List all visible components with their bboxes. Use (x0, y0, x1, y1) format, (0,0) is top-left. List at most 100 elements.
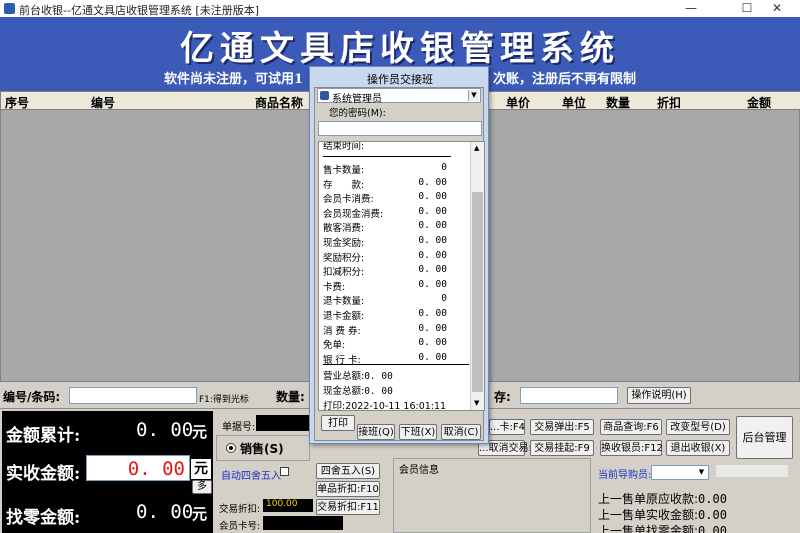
stat-value: 0. 00 (418, 235, 447, 246)
help-button[interactable]: 操作说明(H) (627, 387, 691, 404)
sum-unit: 元 (192, 423, 208, 441)
stat-value: 0. 00 (418, 220, 447, 232)
app-banner: 亿通文具店收银管理系统 (0, 17, 800, 69)
stat-value: 0. 00 (418, 264, 447, 276)
col-code: 编号 (91, 96, 116, 110)
col-product-name: 商品名称 (255, 96, 304, 110)
last-paid-value: 0.00 (698, 508, 727, 522)
report-scrollbar[interactable]: ▲ ▼ (470, 142, 484, 410)
close-icon[interactable]: ✕ (754, 0, 800, 17)
change-model-button[interactable]: 改变型号(D) (666, 419, 730, 435)
member-info-label: 会员信息 (399, 465, 439, 476)
operator-name: 系统管理员 (332, 94, 382, 105)
sum-label: 金额累计: (6, 426, 81, 446)
print-time: 打印:2022-10-11 16:01:11 (323, 401, 447, 411)
guide-info-field (716, 465, 788, 477)
code-label: 编号/条码: (3, 390, 61, 404)
col-price: 单价 (506, 96, 531, 110)
last-due-label: 上一售单原应收款: (598, 492, 699, 506)
report-rule (323, 364, 469, 365)
col-discount: 折扣 (657, 96, 682, 110)
stat-value: 0 (441, 293, 447, 305)
stat-value: 0. 00 (418, 278, 447, 290)
window-title: 前台收银--亿通文具店收银管理系统 [未注册版本] (19, 4, 260, 17)
change-unit: 元 (192, 505, 208, 523)
revenue-value: 0. 00 (364, 371, 393, 382)
guide-label: 当前导购员: (598, 470, 652, 481)
notice-text-right: 次账，注册后不再有限制 (493, 72, 637, 87)
cancel-button[interactable]: 取消(C) (441, 424, 481, 440)
f1-hint: F1:得到光标 (199, 395, 249, 405)
user-icon (320, 91, 329, 100)
sale-radio[interactable] (226, 443, 236, 453)
qty-label: 数量: (276, 390, 305, 404)
stock-field (520, 387, 618, 404)
revenue-label: 营业总额: (323, 371, 365, 382)
handover-button[interactable]: 接班(Q) (357, 424, 395, 440)
operator-select[interactable]: 系统管理员 ▼ (317, 88, 481, 105)
cash-value: 0. 00 (364, 386, 393, 397)
auto-round-label: 自动四舍五入 (221, 471, 281, 482)
last-paid-label: 上一售单实收金额: (598, 508, 699, 522)
dialog-title: 操作员交接班 (367, 73, 433, 86)
stat-value: 0 (441, 162, 447, 173)
sale-label[interactable]: 销售(S) (240, 440, 284, 457)
paid-label: 实收金额: (6, 464, 81, 484)
stat-value: 0. 00 (418, 191, 447, 203)
change-value: 0. 00 (136, 501, 194, 523)
shift-handover-dialog: 操作员交接班 系统管理员 ▼ 您的密码(M): 结束时间: 售卡数量: 0 存 款:… (309, 66, 489, 444)
password-input[interactable] (318, 121, 482, 136)
auto-round-checkbox[interactable] (280, 467, 289, 476)
last-due-value: 0.00 (698, 492, 727, 506)
offduty-button[interactable]: 下班(X) (399, 424, 437, 440)
col-index: 序号 (5, 96, 30, 110)
switch-cashier-button[interactable]: 换收银员:F12 (600, 440, 663, 456)
round-button[interactable]: 四舍五入(S) (316, 463, 380, 479)
exit-cashier-button[interactable]: 退出收银(X) (666, 440, 730, 456)
member-card-input[interactable] (263, 516, 343, 530)
product-query-button[interactable]: 商品查询:F6 (600, 419, 662, 435)
guide-select[interactable]: ▼ (651, 465, 709, 480)
col-qty: 数量 (606, 96, 631, 110)
multi-pay-button[interactable]: 多 (192, 480, 212, 494)
stat-value: 0. 00 (418, 351, 447, 363)
minimize-icon[interactable]: — (668, 0, 714, 17)
chevron-down-icon: ▼ (698, 468, 705, 476)
scroll-down-icon[interactable]: ▼ (474, 399, 479, 407)
col-amount: 金额 (747, 96, 772, 110)
print-button[interactable]: 打印 (321, 415, 355, 431)
banner-title: 亿通文具店收银管理系统 (180, 29, 620, 69)
stat-value: 0. 00 (418, 176, 447, 188)
pop-trade-button[interactable]: 交易弹出:F5 (530, 419, 594, 435)
totals-panel: 金额累计: 0. 00 元 实收金额: 0. 00 元 多 找零金额: 0. 0… (2, 411, 213, 533)
bill-label: 单据号: (222, 422, 256, 433)
paid-unit: 元 (191, 459, 211, 479)
stat-value: 0. 00 (418, 308, 447, 319)
stat-value: 0. 00 (418, 249, 447, 261)
last-change-value: 0.00 (698, 524, 727, 533)
trade-discount-button[interactable]: 交易折扣:F11 (316, 499, 380, 515)
item-discount-button[interactable]: 单品折扣:F10 (316, 481, 380, 497)
dialog-body: 系统管理员 ▼ 您的密码(M): 结束时间: 售卡数量: 0 存 款: 0. 00 会员… (314, 87, 485, 441)
report-rule (323, 156, 451, 157)
stat-value: 0. 00 (418, 322, 447, 334)
stat-value: 0. 00 (418, 337, 447, 349)
last-change-label: 上一售单找零金额: (598, 524, 699, 533)
paid-input[interactable]: 0. 00 (86, 455, 190, 481)
change-label: 找零金额: (6, 508, 81, 528)
trade-discount-value[interactable]: 100.00 (263, 499, 313, 512)
code-input[interactable] (69, 387, 197, 404)
shift-report: 结束时间: 售卡数量: 0 存 款: 0. 00 会员卡消费: 0. 00 会员现金消费: 0… (318, 141, 485, 411)
member-card-label: 会员卡号: (219, 521, 261, 532)
stock-label: 存: (494, 390, 511, 404)
backend-button[interactable]: 后台管理 (736, 416, 793, 459)
stat-value: 0. 00 (418, 205, 447, 217)
bill-number-field (256, 415, 310, 431)
chevron-down-icon[interactable]: ▼ (468, 90, 479, 101)
sum-value: 0. 00 (136, 419, 194, 441)
paid-value: 0. 00 (127, 458, 185, 480)
scroll-up-icon[interactable]: ▲ (474, 144, 479, 152)
hold-trade-button[interactable]: 交易挂起:F9 (530, 440, 594, 456)
card-f4-button[interactable]: ...卡:F4 (489, 419, 525, 435)
scroll-thumb[interactable] (472, 192, 483, 392)
